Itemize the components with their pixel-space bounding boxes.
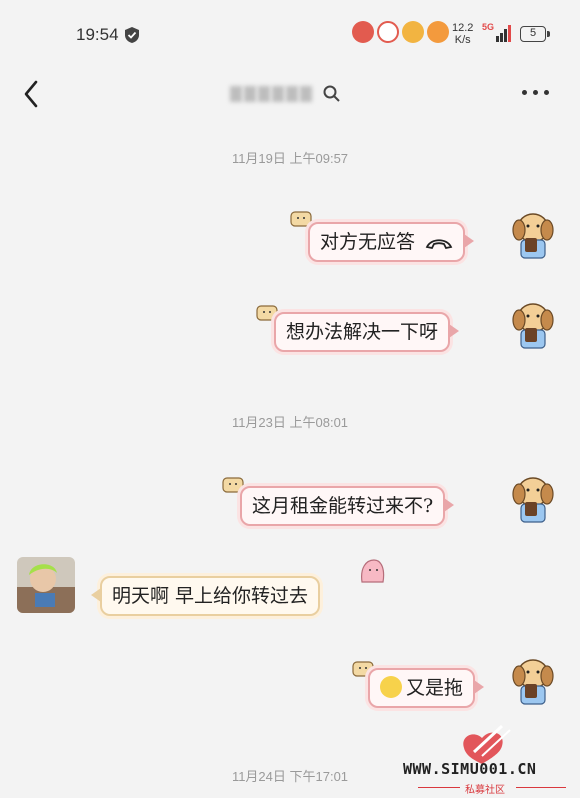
message-text: 想办法解决一下呀: [286, 321, 439, 343]
app-notification-icon: [377, 21, 399, 43]
timestamp: 11月23日 上午08:01: [231, 415, 349, 430]
watermark-rule: [418, 787, 460, 788]
watermark-rule: [516, 787, 566, 788]
notification-icons: [352, 21, 449, 43]
signal-icon: [496, 25, 511, 42]
sweat-emoji-icon: [380, 676, 402, 698]
status-time: 19:54: [76, 25, 119, 44]
app-notification-icon: [402, 21, 424, 43]
message-bubble-outgoing[interactable]: 这月租金能转过来不?: [240, 486, 455, 526]
message-bubble-incoming[interactable]: 明天啊 早上给你转过去: [90, 576, 321, 616]
chat-header: [0, 62, 580, 126]
network-type: 5G: [482, 22, 495, 32]
phone-hangup-icon: [425, 239, 453, 250]
chevron-left-icon[interactable]: [20, 78, 44, 110]
my-avatar[interactable]: [510, 208, 556, 260]
watermark-sub: 私募社区: [465, 785, 505, 796]
status-bar: 19:54 12.2 K/s 5G 5: [0, 0, 580, 62]
message-bubble-outgoing[interactable]: 想办法解决一下呀: [274, 312, 460, 352]
contact-avatar[interactable]: [17, 557, 75, 613]
my-avatar[interactable]: [510, 654, 556, 706]
pink-blob-sticker-icon: [361, 559, 385, 583]
toast-sticker-icon: [290, 211, 312, 227]
watermark-brand: WWW.SIMU001.CN: [403, 760, 537, 778]
timestamp: 11月19日 上午09:57: [231, 151, 349, 166]
my-avatar[interactable]: [510, 472, 556, 524]
message-text: 明天啊 早上给你转过去: [112, 585, 309, 607]
network-speed-value: 12.2: [452, 22, 474, 34]
battery-icon: 5: [520, 26, 550, 42]
shield-check-icon: [125, 27, 139, 43]
network-speed: 12.2 K/s: [452, 22, 473, 46]
my-avatar[interactable]: [510, 298, 556, 350]
message-bubble-outgoing[interactable]: 又是拖: [368, 668, 485, 708]
more-dots-icon[interactable]: [522, 90, 549, 95]
message-bubble-outgoing[interactable]: 对方无应答: [308, 222, 475, 262]
app-notification-icon: [427, 21, 449, 43]
search-icon: [323, 85, 340, 102]
message-text: 对方无应答: [320, 231, 416, 253]
message-text: 又是拖: [406, 677, 464, 699]
app-notification-icon: [352, 21, 374, 43]
contact-name-blurred: [230, 86, 312, 102]
contact-avatar-photo: [17, 557, 75, 613]
network-speed-unit: K/s: [454, 34, 471, 46]
message-text: 这月租金能转过来不?: [252, 495, 434, 517]
